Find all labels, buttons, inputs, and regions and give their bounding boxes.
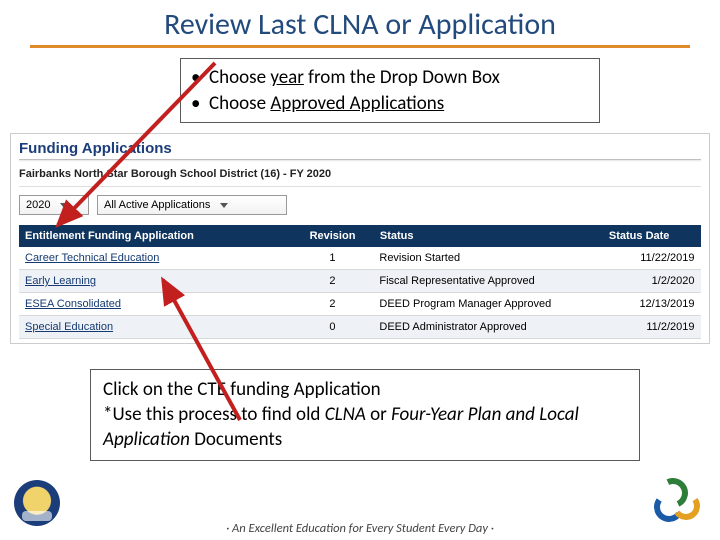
education-seal-icon [14, 480, 60, 526]
col-application: Entitlement Funding Application [19, 225, 292, 247]
app-screenshot: Funding Applications Fairbanks North Sta… [10, 133, 710, 344]
col-status-date: Status Date [578, 225, 701, 247]
app-link-cte[interactable]: Career Technical Education [19, 247, 292, 270]
chevron-down-icon [60, 203, 68, 208]
tri-ring-logo-icon [654, 478, 702, 526]
note-line2-post: Documents [190, 428, 282, 451]
footer-tagline: · An Excellent Education for Every Stude… [0, 521, 720, 536]
instructions-box: • Choose year from the Drop Down Box • C… [180, 58, 600, 123]
bullet-icon: • [191, 65, 209, 91]
title-rule [30, 45, 690, 48]
table-row: Career Technical Education 1 Revision St… [19, 247, 701, 270]
note-line2-pre: *Use this process to find old [103, 403, 325, 426]
instr1-underline: year [270, 66, 304, 89]
note-line2-mid: or [366, 403, 391, 426]
bullet-icon: • [191, 91, 209, 117]
instr2-pre: Choose [209, 92, 270, 115]
table-row: ESEA Consolidated 2 DEED Program Manager… [19, 293, 701, 316]
col-revision: Revision [292, 225, 374, 247]
instr2-underline: Approved Applications [270, 92, 444, 115]
year-select-value: 2020 [26, 199, 50, 211]
cell-date: 12/13/2019 [578, 293, 701, 316]
cell-rev: 1 [292, 247, 374, 270]
cell-status: Revision Started [373, 247, 577, 270]
filter-select-value: All Active Applications [104, 199, 210, 211]
cell-rev: 2 [292, 293, 374, 316]
col-status: Status [373, 225, 577, 247]
cell-status: DEED Program Manager Approved [373, 293, 577, 316]
applications-table: Entitlement Funding Application Revision… [19, 225, 701, 339]
note-line2-em1: CLNA [325, 403, 366, 426]
filter-select[interactable]: All Active Applications [97, 195, 287, 215]
app-link-special-ed[interactable]: Special Education [19, 316, 292, 339]
cell-status: DEED Administrator Approved [373, 316, 577, 339]
app-link-esea[interactable]: ESEA Consolidated [19, 293, 292, 316]
note-line1: Click on the CTE funding Application [103, 378, 627, 403]
district-label: Fairbanks North Star Borough School Dist… [19, 168, 701, 180]
note-box: Click on the CTE funding Application *Us… [90, 369, 640, 461]
cell-rev: 0 [292, 316, 374, 339]
cell-rev: 2 [292, 270, 374, 293]
slide-title: Review Last CLNA or Application [0, 0, 720, 43]
cell-date: 11/2/2019 [578, 316, 701, 339]
table-row: Early Learning 2 Fiscal Representative A… [19, 270, 701, 293]
cell-date: 11/22/2019 [578, 247, 701, 270]
app-heading: Funding Applications [19, 140, 701, 157]
cell-date: 1/2/2020 [578, 270, 701, 293]
table-row: Special Education 0 DEED Administrator A… [19, 316, 701, 339]
year-select[interactable]: 2020 [19, 195, 89, 215]
instr1-post: from the Drop Down Box [304, 66, 500, 89]
instr1-pre: Choose [209, 66, 270, 89]
chevron-down-icon [220, 203, 228, 208]
app-link-early-learning[interactable]: Early Learning [19, 270, 292, 293]
cell-status: Fiscal Representative Approved [373, 270, 577, 293]
